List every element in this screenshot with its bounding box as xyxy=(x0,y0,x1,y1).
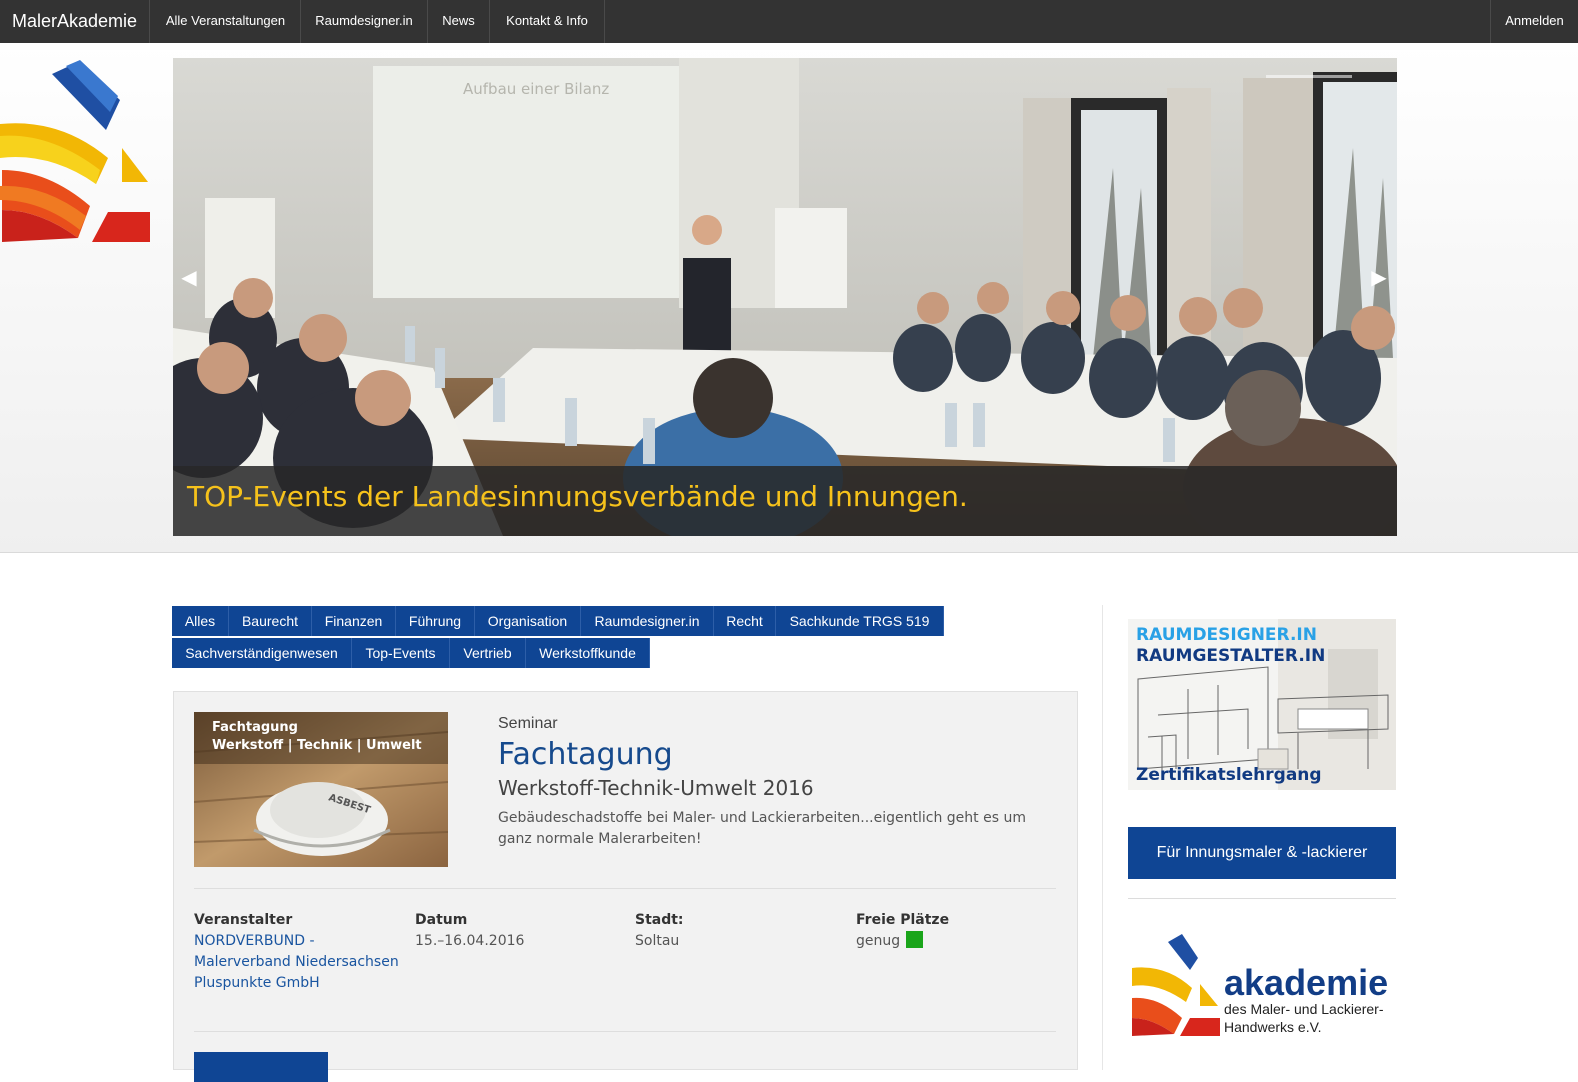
organizer-label: Veranstalter xyxy=(194,912,293,928)
organizer-link-line-1[interactable]: NORDVERBUND - xyxy=(194,931,404,952)
event-image[interactable]: Fachtagung Werkstoff | Technik | Umwelt … xyxy=(194,712,448,867)
akademie-subtitle-2: Handwerks e.V. xyxy=(1224,1019,1322,1035)
sidebar-divider xyxy=(1128,898,1396,899)
akademie-subtitle-1: des Maler- und Lackierer- xyxy=(1224,1001,1384,1017)
filter-tag-raumdesigner[interactable]: Raumdesigner.in xyxy=(581,606,714,636)
nav-item-news[interactable]: News xyxy=(428,0,490,43)
city-value: Soltau xyxy=(635,933,680,949)
filter-tag-finanzen[interactable]: Finanzen xyxy=(312,606,396,636)
akademie-wordmark: akademie xyxy=(1224,962,1389,1003)
event-type: Seminar xyxy=(498,715,558,732)
filter-tag-sachverstaendigenwesen[interactable]: Sachverständigenwesen xyxy=(172,638,352,668)
slider-indicator[interactable] xyxy=(1266,75,1352,78)
slide-photo: Aufbau einer Bilanz xyxy=(173,58,1397,536)
organizer-link-line-3[interactable]: Pluspunkte GmbH xyxy=(194,973,404,994)
filter-tag-top-events[interactable]: Top-Events xyxy=(352,638,450,668)
banner-text-zertifikat: Zertifikatslehrgang xyxy=(1136,765,1322,785)
slide-caption-bar: TOP-Events der Landesinnungsverbände und… xyxy=(173,466,1397,536)
filter-tag-vertrieb[interactable]: Vertrieb xyxy=(450,638,526,668)
image-slider[interactable]: Aufbau einer Bilanz ◀ ▶ TOP-Events der L… xyxy=(173,58,1397,536)
seats-status-indicator xyxy=(906,930,924,948)
login-link[interactable]: Anmelden xyxy=(1490,0,1578,43)
organizer-column: Veranstalter NORDVERBUND - Malerverband … xyxy=(194,910,404,994)
chevron-right-icon[interactable]: ▶ xyxy=(1369,266,1389,290)
akademie-logo-mark xyxy=(0,60,150,242)
event-detail-button[interactable] xyxy=(194,1052,328,1082)
filter-tag-organisation[interactable]: Organisation xyxy=(475,606,581,636)
slide-caption: TOP-Events der Landesinnungsverbände und… xyxy=(187,480,968,513)
date-column: Datum 15.–16.04.2016 xyxy=(415,910,625,952)
event-image-text-1: Fachtagung xyxy=(212,720,298,735)
nav-item-alle-veranstaltungen[interactable]: Alle Veranstaltungen xyxy=(151,0,301,43)
event-subtitle: Werkstoff-Technik-Umwelt 2016 xyxy=(498,776,814,800)
akademie-logo[interactable]: akademie des Maler- und Lackierer- Handw… xyxy=(1128,932,1396,1042)
sidebar-separator xyxy=(1102,605,1103,1070)
chevron-left-icon[interactable]: ◀ xyxy=(179,266,199,290)
event-photo: Fachtagung Werkstoff | Technik | Umwelt … xyxy=(194,712,448,867)
date-value: 15.–16.04.2016 xyxy=(415,933,525,949)
event-card: Fachtagung Werkstoff | Technik | Umwelt … xyxy=(173,691,1078,1082)
projection-text: Aufbau einer Bilanz xyxy=(463,80,609,98)
filter-tag-alles[interactable]: Alles xyxy=(172,606,229,636)
seats-column: Freie Plätze genug xyxy=(856,910,1066,952)
filter-tag-recht[interactable]: Recht xyxy=(714,606,776,636)
banner-text-raumgestalter: RAUMGESTALTER.IN xyxy=(1136,646,1326,666)
city-column: Stadt: Soltau xyxy=(635,910,845,952)
seats-label: Freie Plätze xyxy=(856,912,950,928)
event-description: Gebäudeschadstoffe bei Maler- und Lackie… xyxy=(498,810,1026,847)
event-image-text-2: Werkstoff | Technik | Umwelt xyxy=(212,738,422,753)
filter-tag-fuehrung[interactable]: Führung xyxy=(396,606,475,636)
banner-text-raumdesigner: RAUMDESIGNER.IN xyxy=(1136,625,1317,645)
city-label: Stadt: xyxy=(635,912,684,928)
seats-row: genug xyxy=(856,930,1066,952)
filter-tag-sachkunde[interactable]: Sachkunde TRGS 519 xyxy=(776,606,944,636)
innungsmaler-button[interactable]: Für Innungsmaler & -lackierer xyxy=(1128,827,1396,879)
filter-tag-werkstoffkunde[interactable]: Werkstoffkunde xyxy=(526,638,650,668)
raumdesigner-banner[interactable]: RAUMDESIGNER.IN RAUMGESTALTER.IN Zertifi… xyxy=(1128,619,1396,790)
nav-item-raumdesigner[interactable]: Raumdesigner.in xyxy=(301,0,428,43)
filter-tag-baurecht[interactable]: Baurecht xyxy=(229,606,312,636)
event-title[interactable]: Fachtagung xyxy=(498,737,673,772)
organizer-link-line-2[interactable]: Malerverband Niedersachsen xyxy=(194,952,404,973)
nav-item-kontakt[interactable]: Kontakt & Info xyxy=(490,0,605,43)
brand-link[interactable]: MalerAkademie xyxy=(0,0,150,43)
top-navbar: MalerAkademie Alle Veranstaltungen Raumd… xyxy=(0,0,1578,43)
seats-value: genug xyxy=(856,933,901,949)
card-divider-bottom xyxy=(194,1031,1056,1032)
card-divider xyxy=(194,888,1056,889)
akademie-logo-icon xyxy=(1132,934,1220,1036)
date-label: Datum xyxy=(415,912,468,928)
